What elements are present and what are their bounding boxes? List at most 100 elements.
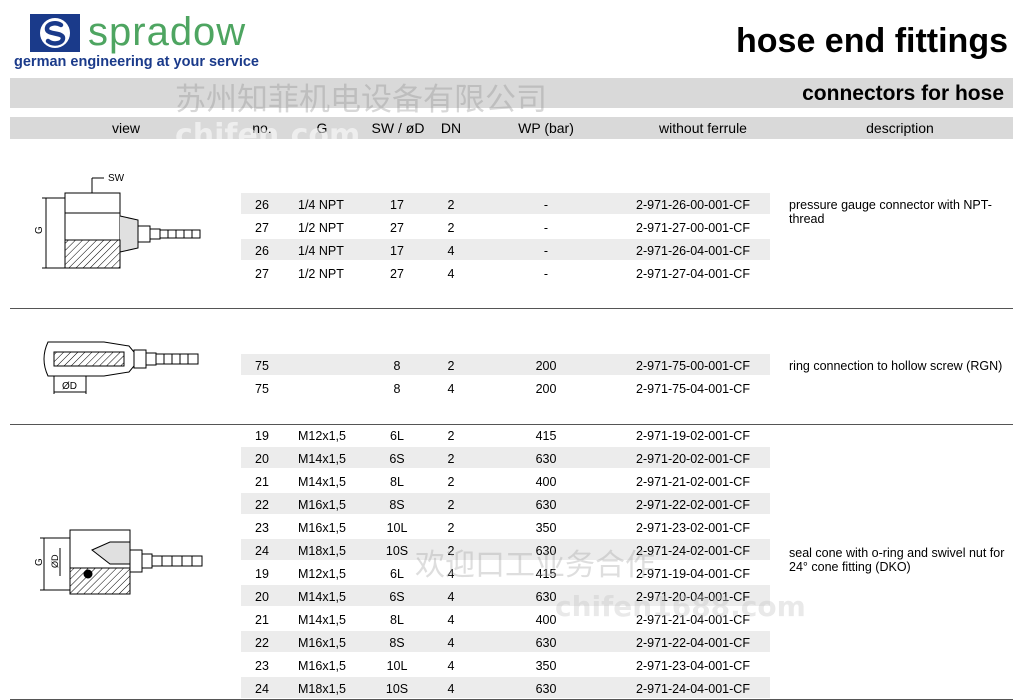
cell-part-number: 2-971-21-02-001-CF xyxy=(636,475,750,489)
table-row: 21 M14x1,5 8L 2 400 2-971-21-02-001-CF xyxy=(0,470,1022,493)
cell-dn: 4 xyxy=(447,590,455,604)
table-row: 75 8 4 200 2-971-75-04-001-CF xyxy=(0,377,1022,400)
cell-dn: 4 xyxy=(447,567,455,581)
cell-g: M12x1,5 xyxy=(298,429,346,443)
brand-name: spradow xyxy=(88,10,247,54)
col-header-no: no. xyxy=(252,120,272,136)
cell-wp: 200 xyxy=(535,382,557,396)
cell-no: 19 xyxy=(255,567,269,581)
col-header-description: description xyxy=(866,120,934,136)
table-row: 23 M16x1,5 10L 2 350 2-971-23-02-001-CF xyxy=(0,516,1022,539)
cell-sw: 8L xyxy=(390,475,404,489)
cell-g: M16x1,5 xyxy=(298,498,346,512)
cell-g: M14x1,5 xyxy=(298,452,346,466)
cell-no: 24 xyxy=(255,544,269,558)
cell-dn: 2 xyxy=(447,429,455,443)
cell-part-number: 2-971-75-04-001-CF xyxy=(636,382,750,396)
cell-dn: 2 xyxy=(447,544,455,558)
brand-tagline: german engineering at your service xyxy=(14,54,259,70)
cell-part-number: 2-971-22-04-001-CF xyxy=(636,636,750,650)
cell-g: M14x1,5 xyxy=(298,475,346,489)
group-description: pressure gauge connector with NPT-thread xyxy=(789,198,992,226)
cell-sw: 6S xyxy=(389,452,405,466)
cell-sw: 10L xyxy=(386,659,408,673)
cell-g: 1/4 NPT xyxy=(298,244,344,258)
cell-dn: 2 xyxy=(447,452,455,466)
cell-wp: 630 xyxy=(535,544,557,558)
group-description: seal cone with o-ring and swivel nut for… xyxy=(789,546,1005,574)
cell-no: 20 xyxy=(255,590,269,604)
cell-wp: 400 xyxy=(535,613,557,627)
cell-g: 1/4 NPT xyxy=(298,198,344,212)
cell-wp: - xyxy=(543,221,549,235)
col-header-wp: WP (bar) xyxy=(518,120,574,136)
cell-dn: 4 xyxy=(447,613,455,627)
cell-sw: 17 xyxy=(390,244,404,258)
table-row: 22 M16x1,5 8S 4 630 2-971-22-04-001-CF xyxy=(0,631,1022,654)
cell-g: 1/2 NPT xyxy=(298,221,344,235)
cell-dn: 4 xyxy=(447,267,455,281)
cell-no: 20 xyxy=(255,452,269,466)
cell-part-number: 2-971-19-02-001-CF xyxy=(636,429,750,443)
cell-sw: 8S xyxy=(389,636,405,650)
cell-dn: 2 xyxy=(447,198,455,212)
col-header-without-ferrule: without ferrule xyxy=(659,120,747,136)
cell-sw: 6L xyxy=(390,429,404,443)
table-row: 19 M12x1,5 6L 2 415 2-971-19-02-001-CF xyxy=(0,424,1022,447)
col-header-sw: SW / øD xyxy=(371,120,425,136)
cell-dn: 4 xyxy=(447,636,455,650)
table-row: 23 M16x1,5 10L 4 350 2-971-23-04-001-CF xyxy=(0,654,1022,677)
col-header-g: G xyxy=(316,120,328,136)
cell-part-number: 2-971-22-02-001-CF xyxy=(636,498,750,512)
cell-sw: 8 xyxy=(393,382,401,396)
cell-wp: - xyxy=(543,267,549,281)
cell-wp: 350 xyxy=(535,521,557,535)
cell-part-number: 2-971-75-00-001-CF xyxy=(636,359,750,373)
cell-no: 23 xyxy=(255,659,269,673)
cell-g: 1/2 NPT xyxy=(298,267,344,281)
table-row: 26 1/4 NPT 17 4 - 2-971-26-04-001-CF xyxy=(0,239,1022,262)
cell-part-number: 2-971-23-02-001-CF xyxy=(636,521,750,535)
cell-sw: 27 xyxy=(390,221,404,235)
table-row: 24 M18x1,5 10S 4 630 2-971-24-04-001-CF xyxy=(0,677,1022,700)
cell-wp: 630 xyxy=(535,590,557,604)
table-row: 27 1/2 NPT 27 4 - 2-971-27-04-001-CF xyxy=(0,262,1022,285)
cell-sw: 6L xyxy=(390,567,404,581)
table-row: 21 M14x1,5 8L 4 400 2-971-21-04-001-CF xyxy=(0,608,1022,631)
cell-sw: 17 xyxy=(390,198,404,212)
cell-part-number: 2-971-27-04-001-CF xyxy=(636,267,750,281)
cell-no: 22 xyxy=(255,498,269,512)
cell-dn: 4 xyxy=(447,682,455,696)
cell-g: M16x1,5 xyxy=(298,636,346,650)
cell-no: 19 xyxy=(255,429,269,443)
cell-sw: 10L xyxy=(386,521,408,535)
cell-part-number: 2-971-26-00-001-CF xyxy=(636,198,750,212)
group-separator xyxy=(10,308,1013,309)
cell-wp: 350 xyxy=(535,659,557,673)
cell-wp: 400 xyxy=(535,475,557,489)
page-title: hose end fittings xyxy=(736,22,1008,60)
cell-sw: 8L xyxy=(390,613,404,627)
cell-wp: 200 xyxy=(535,359,557,373)
cell-part-number: 2-971-24-02-001-CF xyxy=(636,544,750,558)
cell-sw: 27 xyxy=(390,267,404,281)
cell-dn: 2 xyxy=(447,221,455,235)
cell-g: M16x1,5 xyxy=(298,659,346,673)
cell-no: 24 xyxy=(255,682,269,696)
cell-g: M18x1,5 xyxy=(298,544,346,558)
cell-part-number: 2-971-23-04-001-CF xyxy=(636,659,750,673)
cell-no: 26 xyxy=(255,244,269,258)
cell-g: M14x1,5 xyxy=(298,613,346,627)
cell-wp: 415 xyxy=(535,567,557,581)
cell-wp: 630 xyxy=(535,498,557,512)
cell-dn: 4 xyxy=(447,244,455,258)
col-header-view: view xyxy=(111,120,140,136)
cell-dn: 2 xyxy=(447,521,455,535)
cell-wp: 415 xyxy=(535,429,557,443)
cell-part-number: 2-971-19-04-001-CF xyxy=(636,567,750,581)
cell-wp: 630 xyxy=(535,682,557,696)
cell-dn: 2 xyxy=(447,498,455,512)
group-description: ring connection to hollow screw (RGN) xyxy=(789,359,1003,373)
cell-dn: 2 xyxy=(447,475,455,489)
cell-wp: 630 xyxy=(535,636,557,650)
